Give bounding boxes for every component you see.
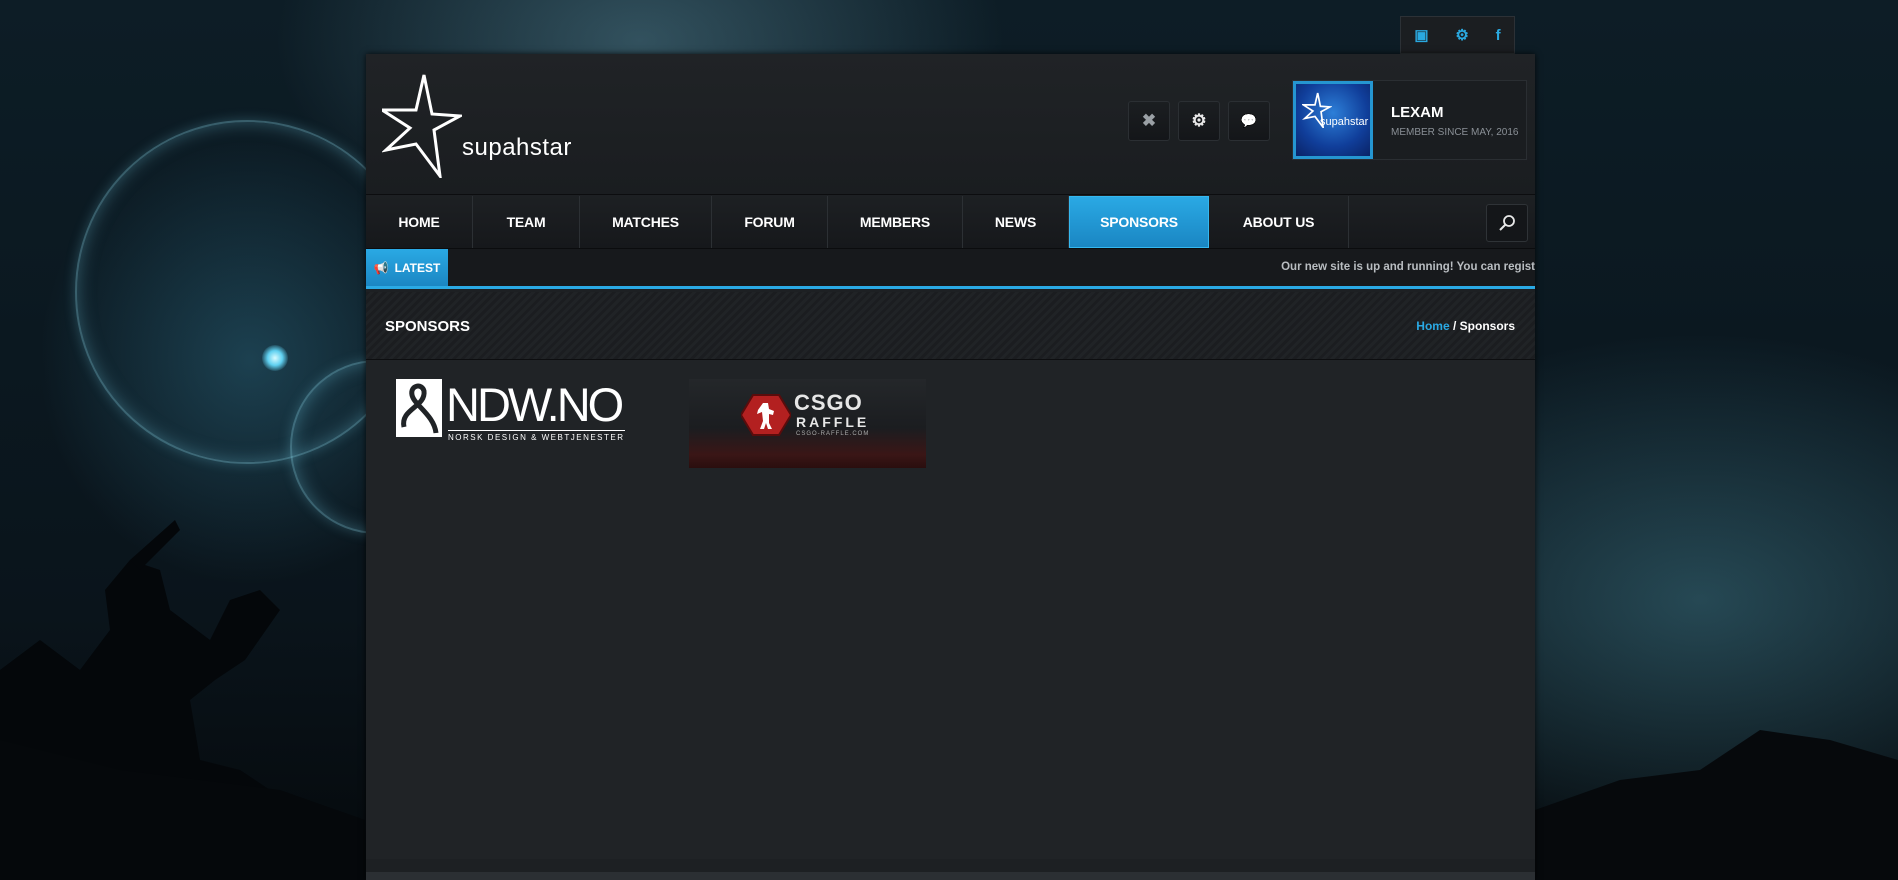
- latest-label: LATEST: [394, 260, 441, 275]
- ndw-tagline: NORSK DESIGN & WEBTJENESTER: [448, 430, 625, 442]
- nav-sponsors[interactable]: SPONSORS: [1069, 196, 1209, 248]
- close-button[interactable]: ✖: [1128, 101, 1170, 141]
- avatar-text: supahstar: [1320, 116, 1369, 128]
- search-icon: [1499, 215, 1515, 231]
- csgo-url: CSGO-RAFFLE.COM: [796, 431, 870, 437]
- nav-team[interactable]: TEAM: [473, 196, 580, 248]
- user-panel[interactable]: supahstar LEXAM MEMBER SINCE MAY, 2016: [1292, 80, 1527, 160]
- ndw-name: NDW.NO: [446, 378, 624, 431]
- nav-members[interactable]: MEMBERS: [828, 196, 963, 248]
- nav-home[interactable]: HOME: [366, 196, 473, 248]
- chat-button[interactable]: 💬: [1228, 101, 1270, 141]
- csgo-soldier-icon: [741, 394, 791, 436]
- page-title-bar: SPONSORS Home / Sponsors: [366, 292, 1535, 360]
- latest-news-bar: 📢 LATEST Our new site is up and running!…: [366, 249, 1535, 289]
- sponsors-content: NDW.NO NORSK DESIGN & WEBTJENESTER CSGO …: [366, 360, 1535, 859]
- nav-matches[interactable]: MATCHES: [580, 196, 712, 248]
- megaphone-icon: 📢: [373, 260, 389, 275]
- social-links: ▣ ⚙ f: [1400, 16, 1515, 54]
- sponsor-csgo-raffle-logo[interactable]: CSGO RAFFLE CSGO-RAFFLE.COM: [689, 379, 926, 468]
- gear-icon: ⚙: [1191, 111, 1207, 130]
- latest-tag: 📢 LATEST: [366, 249, 448, 286]
- member-since: MEMBER SINCE MAY, 2016: [1391, 127, 1519, 138]
- csgo-title: CSGO: [794, 390, 863, 415]
- site-logo[interactable]: supahstar: [382, 72, 571, 178]
- twitch-icon[interactable]: ▣: [1414, 26, 1428, 44]
- site-header: supahstar ✖ ⚙ 💬 supahstar LEXAM MEMBER S…: [366, 54, 1535, 195]
- user-name[interactable]: LEXAM: [1391, 104, 1444, 121]
- footer-strip: [366, 872, 1535, 880]
- csgo-subtitle: RAFFLE: [796, 414, 870, 430]
- chat-icon: 💬: [1240, 113, 1258, 128]
- facebook-icon[interactable]: f: [1496, 27, 1501, 44]
- search-button[interactable]: [1486, 204, 1528, 242]
- nav-news[interactable]: NEWS: [963, 196, 1069, 248]
- main-panel: supahstar ✖ ⚙ 💬 supahstar LEXAM MEMBER S…: [366, 54, 1535, 880]
- close-icon: ✖: [1141, 111, 1157, 130]
- star-logo-icon: [382, 74, 462, 178]
- breadcrumb: Home / Sponsors: [1416, 319, 1515, 333]
- settings-button[interactable]: ⚙: [1178, 101, 1220, 141]
- ndw-mark-icon: [396, 379, 442, 437]
- breadcrumb-home[interactable]: Home: [1416, 319, 1449, 333]
- page-title: SPONSORS: [385, 318, 471, 335]
- breadcrumb-separator: /: [1449, 319, 1460, 333]
- logo-text: supahstar: [462, 134, 572, 161]
- steam-icon[interactable]: ⚙: [1455, 26, 1468, 44]
- main-nav: HOME TEAM MATCHES FORUM MEMBERS NEWS SPO…: [366, 196, 1535, 249]
- sponsor-ndw-logo[interactable]: NDW.NO NORSK DESIGN & WEBTJENESTER: [396, 378, 636, 451]
- nav-forum[interactable]: FORUM: [712, 196, 828, 248]
- news-ticker[interactable]: Our new site is up and running! You can …: [1281, 261, 1535, 273]
- nav-about-us[interactable]: ABOUT US: [1209, 196, 1349, 248]
- avatar[interactable]: supahstar: [1293, 81, 1373, 159]
- breadcrumb-current: Sponsors: [1459, 319, 1515, 333]
